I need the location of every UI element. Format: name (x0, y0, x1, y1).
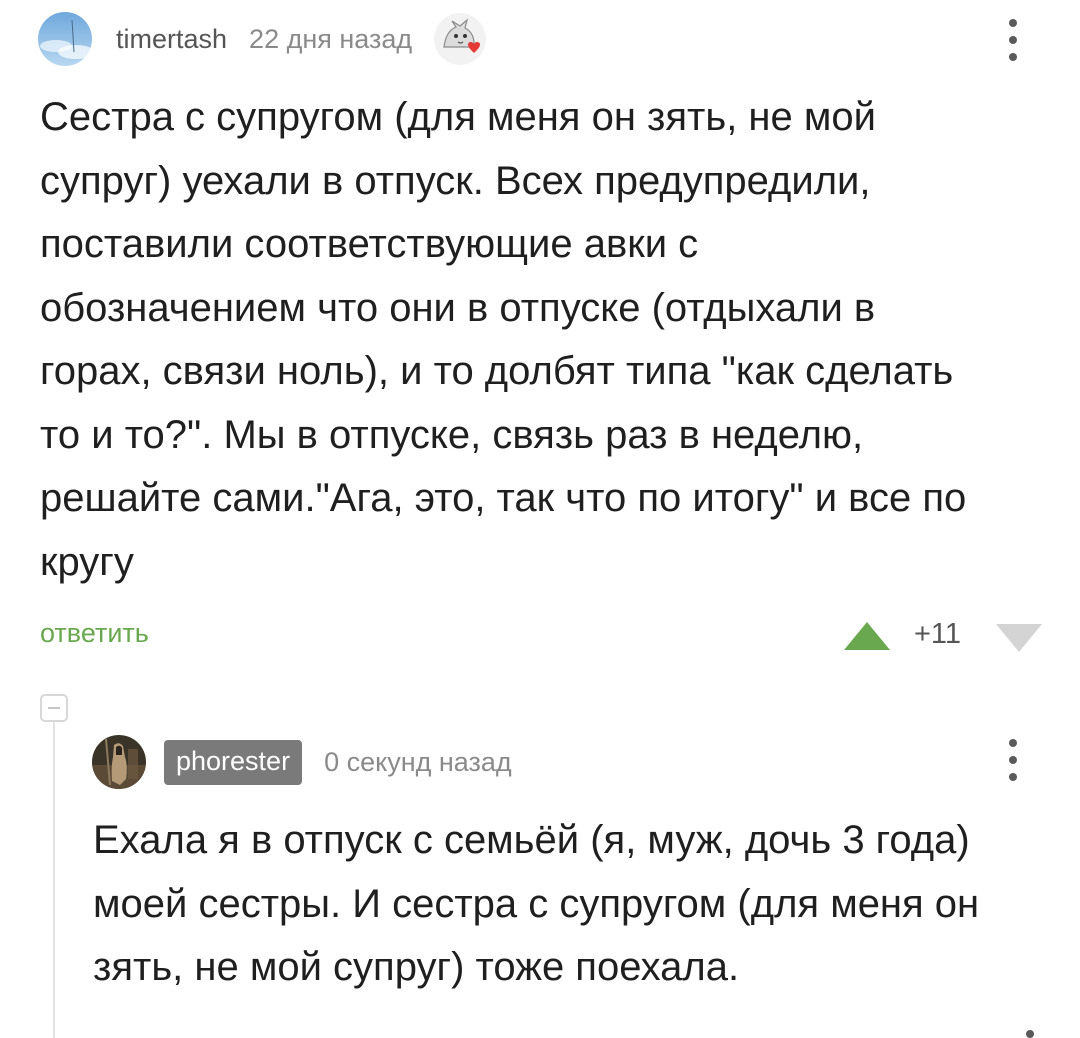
comment-body: Сестра с супругом (для меня он зять, не … (40, 95, 967, 584)
collapse-minus-icon (48, 707, 60, 709)
triangle-up-icon (844, 622, 890, 650)
timestamp: 0 секунд назад (324, 746, 512, 777)
more-vertical-icon (1009, 19, 1017, 27)
username[interactable]: timertash (116, 24, 227, 55)
username[interactable]: phorester (164, 739, 303, 785)
more-options-button[interactable] (993, 730, 1033, 790)
rating-count: +11 (914, 618, 962, 650)
more-vertical-icon[interactable] (1026, 1030, 1034, 1038)
more-vertical-icon (1009, 739, 1017, 747)
timestamp: 22 дня назад (249, 23, 413, 54)
vote-up-button[interactable] (842, 620, 892, 652)
comment: timertash 22 дня назад Сестра с супругом… (0, 0, 1080, 680)
comment-body: Ехала я в отпуск с семьёй (я, муж, дочь … (93, 818, 980, 989)
cat-with-heart-icon (434, 13, 487, 65)
triangle-down-icon (996, 624, 1042, 652)
comment-header: timertash 22 дня назад (38, 12, 487, 66)
avatar-photo-icon[interactable] (92, 735, 146, 789)
comment-header: phorester 0 секунд назад (92, 734, 512, 790)
vote-down-button[interactable] (994, 622, 1044, 654)
collapse-thread-button[interactable] (40, 694, 68, 722)
avatar-sky-icon[interactable] (38, 12, 92, 66)
reply-button[interactable]: ответить (40, 618, 149, 649)
thread-line[interactable] (53, 722, 55, 1038)
more-options-button[interactable] (993, 10, 1033, 70)
